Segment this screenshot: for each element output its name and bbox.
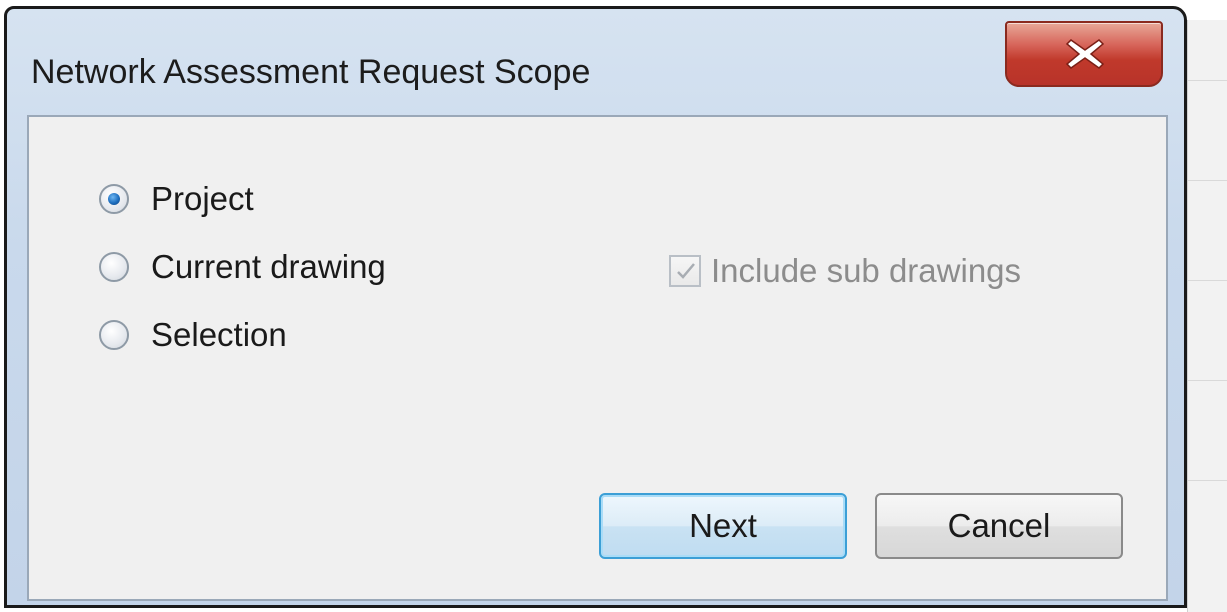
next-button[interactable]: Next [599,493,847,559]
radio-option-current-drawing[interactable]: Current drawing [99,245,386,289]
include-sub-drawings-checkbox[interactable] [669,255,701,287]
background-line [1188,280,1227,281]
checkmark-icon [677,263,695,279]
background-line [1188,480,1227,481]
screenshot-frame: Network Assessment Request Scope Project… [0,0,1227,612]
radio-option-selection[interactable]: Selection [99,313,287,357]
radio-label-project[interactable]: Project [151,180,254,218]
background-line [1188,380,1227,381]
dialog-window: Network Assessment Request Scope Project… [4,6,1187,608]
include-sub-drawings-checkbox-row[interactable]: Include sub drawings [669,249,1021,293]
background-line [1188,80,1227,81]
radio-button-selected[interactable] [99,184,129,214]
cancel-button[interactable]: Cancel [875,493,1123,559]
radio-label-current-drawing[interactable]: Current drawing [151,248,386,286]
close-button[interactable] [1005,21,1163,87]
radio-label-selection[interactable]: Selection [151,316,287,354]
radio-button[interactable] [99,252,129,282]
title-bar[interactable]: Network Assessment Request Scope [7,9,1184,113]
background-window-edge [1187,20,1227,612]
dialog-content: Project Current drawing Selection Includ… [27,115,1168,601]
include-sub-drawings-label[interactable]: Include sub drawings [711,252,1021,290]
radio-button[interactable] [99,320,129,350]
background-line [1188,180,1227,181]
radio-option-project[interactable]: Project [99,177,254,221]
window-title: Network Assessment Request Scope [31,53,591,91]
close-icon [1065,39,1105,69]
